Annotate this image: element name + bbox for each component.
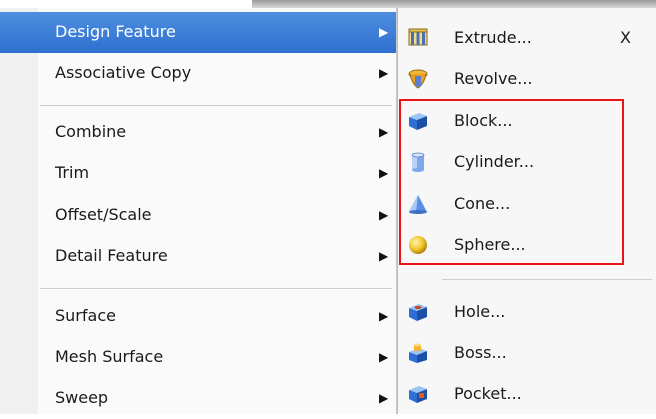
submenu-arrow-icon: ▶ bbox=[379, 391, 389, 405]
menu-item-label: Design Feature bbox=[55, 22, 176, 41]
submenu-arrow-icon: ▶ bbox=[379, 66, 389, 80]
submenu-item-extrude[interactable]: Extrude... X bbox=[398, 18, 656, 59]
revolve-icon bbox=[407, 68, 429, 90]
menu-item-offset-scale[interactable]: Offset/Scale ▶ bbox=[0, 195, 396, 236]
menu-item-detail-feature[interactable]: Detail Feature ▶ bbox=[0, 236, 396, 277]
submenu-item-label: Extrude... bbox=[454, 28, 532, 47]
menu-item-label: Offset/Scale bbox=[55, 205, 152, 224]
menu-item-sweep[interactable]: Sweep ▶ bbox=[0, 378, 396, 419]
window-top-shade bbox=[252, 0, 656, 8]
window-top-edge bbox=[0, 0, 656, 8]
submenu-item-revolve[interactable]: Revolve... bbox=[398, 59, 656, 100]
submenu-arrow-icon: ▶ bbox=[379, 309, 389, 323]
submenu-arrow-icon: ▶ bbox=[379, 25, 389, 39]
menu-item-mesh-surface[interactable]: Mesh Surface ▶ bbox=[0, 337, 396, 378]
menu-item-associative-copy[interactable]: Associative Copy ▶ bbox=[0, 53, 396, 94]
submenu-item-boss[interactable]: Boss... bbox=[398, 333, 656, 374]
shortcut-key: X bbox=[620, 28, 631, 47]
submenu-arrow-icon: ▶ bbox=[379, 125, 389, 139]
submenu-arrow-icon: ▶ bbox=[379, 166, 389, 180]
menu-item-surface[interactable]: Surface ▶ bbox=[0, 296, 396, 337]
annotation-highlight-box bbox=[399, 99, 624, 265]
menu-separator bbox=[40, 105, 392, 106]
menu-item-trim[interactable]: Trim ▶ bbox=[0, 153, 396, 194]
submenu-item-pocket[interactable]: Pocket... bbox=[398, 374, 656, 415]
menu-item-label: Trim bbox=[55, 163, 90, 182]
submenu-item-label: Pocket... bbox=[454, 384, 522, 403]
submenu-item-hole[interactable]: Hole... bbox=[398, 292, 656, 333]
submenu-arrow-icon: ▶ bbox=[379, 208, 389, 222]
boss-icon bbox=[407, 342, 429, 364]
menu-item-label: Combine bbox=[55, 122, 127, 141]
menu-separator bbox=[40, 288, 392, 289]
pocket-icon bbox=[407, 383, 429, 405]
submenu-item-label: Revolve... bbox=[454, 69, 533, 88]
submenu-separator bbox=[442, 279, 652, 280]
submenu-item-label: Boss... bbox=[454, 343, 507, 362]
menu-item-label: Detail Feature bbox=[55, 246, 168, 265]
extrude-icon bbox=[407, 27, 429, 49]
menu-item-label: Surface bbox=[55, 306, 116, 325]
submenu-item-label: Hole... bbox=[454, 302, 506, 321]
menu-item-label: Sweep bbox=[55, 388, 109, 407]
menu-item-combine[interactable]: Combine ▶ bbox=[0, 112, 396, 153]
hole-icon bbox=[407, 301, 429, 323]
main-context-menu: Design Feature ▶ Associative Copy ▶ Comb… bbox=[0, 8, 397, 414]
menu-item-design-feature[interactable]: Design Feature ▶ bbox=[0, 12, 396, 53]
menu-item-label: Mesh Surface bbox=[55, 347, 164, 366]
submenu-arrow-icon: ▶ bbox=[379, 350, 389, 364]
menu-item-label: Associative Copy bbox=[55, 63, 192, 82]
submenu-arrow-icon: ▶ bbox=[379, 249, 389, 263]
